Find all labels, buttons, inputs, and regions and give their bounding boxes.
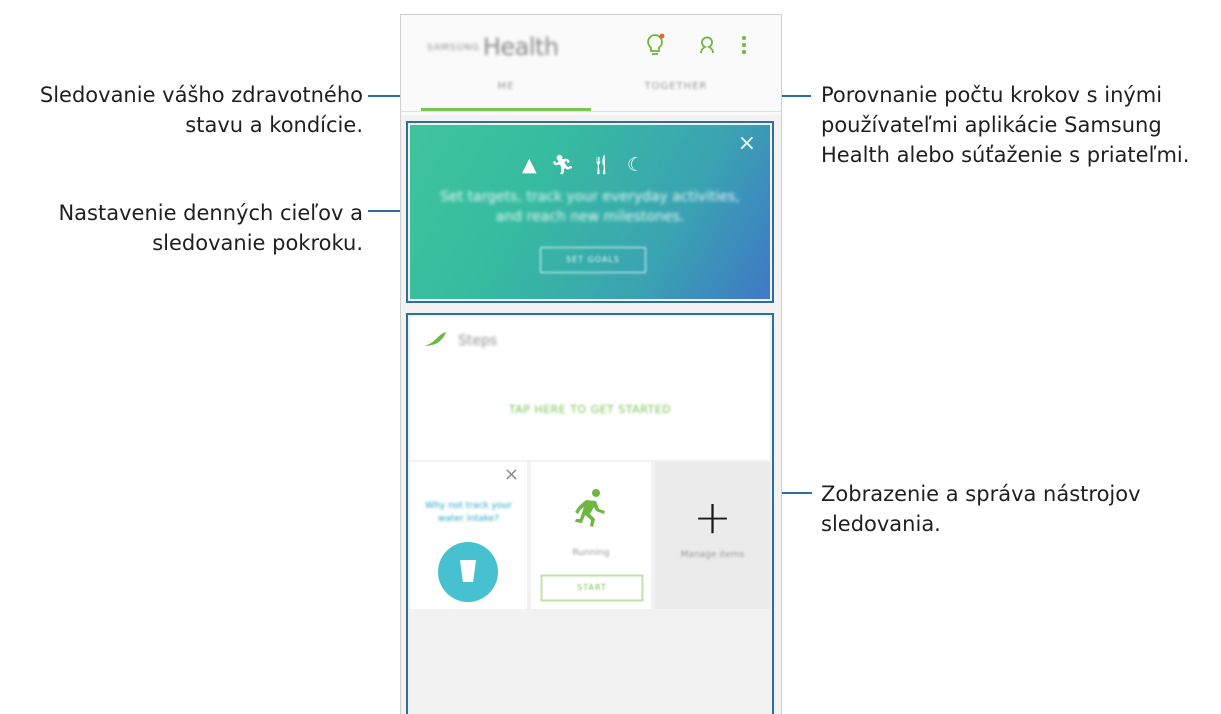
manage-items-label: Manage items <box>680 550 745 560</box>
steps-card[interactable]: Steps TAP HERE TO GET STARTED <box>410 317 770 460</box>
start-button[interactable]: START <box>541 575 643 601</box>
app-brand: SAMSUNG <box>427 43 480 53</box>
callout-together-tab: Porovnanie počtu krokov s inými používat… <box>821 80 1189 170</box>
callout-me-line2: stavu a kondície. <box>185 113 363 137</box>
callout-trackers: Zobrazenie a správa nástrojov sledovania… <box>821 479 1141 539</box>
banner-icons: ▲🏃︎🍴︎☾ <box>410 153 770 176</box>
running-icon <box>531 488 651 537</box>
callout-goals-line2: sledovanie pokroku. <box>152 231 363 255</box>
sleep-icon: ☾ <box>626 154 658 176</box>
app-title: SAMSUNG Health <box>427 33 559 61</box>
food-icon: 🍴︎ <box>588 154 627 176</box>
callout-together-line2: používateľmi aplikácie Samsung <box>821 113 1162 137</box>
app-title-text: Health <box>482 33 559 61</box>
tab-together[interactable]: TOGETHER <box>591 81 761 92</box>
profile-icon[interactable] <box>697 33 717 63</box>
goals-banner[interactable]: × ▲🏃︎🍴︎☾ Set targets, track your everyda… <box>410 125 770 299</box>
shoe-icon <box>422 329 448 354</box>
running-tile[interactable]: Running START <box>531 462 651 609</box>
water-button[interactable] <box>438 542 498 602</box>
callout-me-line1: Sledovanie vášho zdravotného <box>39 83 363 107</box>
running-label: Running <box>572 548 610 558</box>
steps-label: Steps <box>458 333 498 349</box>
phone-screen: SAMSUNG Health ME TOGETHER × ▲🏃︎🍴︎☾ Set t… <box>400 14 782 714</box>
shoe-icon: ▲ <box>522 154 551 176</box>
water-prompt: Why not track your water intake? <box>425 501 512 524</box>
manage-items-tile[interactable]: + Manage items <box>655 462 770 609</box>
plus-icon: + <box>693 490 732 544</box>
water-tile[interactable]: × Why not track your water intake? <box>410 462 527 609</box>
running-icon: 🏃︎ <box>550 154 589 176</box>
callout-goals: Nastavenie denných cieľov a sledovanie p… <box>58 198 363 258</box>
cup-icon <box>460 560 476 582</box>
set-goals-button[interactable]: SET GOALS <box>540 247 646 273</box>
callout-together-line3: Health alebo súťaženie s priateľmi. <box>821 143 1190 167</box>
tab-me[interactable]: ME <box>421 81 591 92</box>
more-icon[interactable] <box>741 33 747 63</box>
callout-me-tab: Sledovanie vášho zdravotného stavu a kon… <box>40 80 363 140</box>
app-bar: SAMSUNG Health ME TOGETHER <box>401 15 781 115</box>
callout-goals-line1: Nastavenie denných cieľov a <box>58 201 363 225</box>
get-started-link[interactable]: TAP HERE TO GET STARTED <box>410 403 770 416</box>
tab-divider <box>401 111 781 112</box>
banner-text: Set targets, track your everyday activit… <box>440 189 740 225</box>
callout-together-line1: Porovnanie počtu krokov s inými <box>821 83 1163 107</box>
close-icon[interactable]: × <box>504 464 519 485</box>
callout-trackers-line1: Zobrazenie a správa nástrojov <box>821 482 1141 506</box>
callout-trackers-line2: sledovania. <box>821 512 941 536</box>
lightbulb-icon[interactable] <box>645 33 665 63</box>
